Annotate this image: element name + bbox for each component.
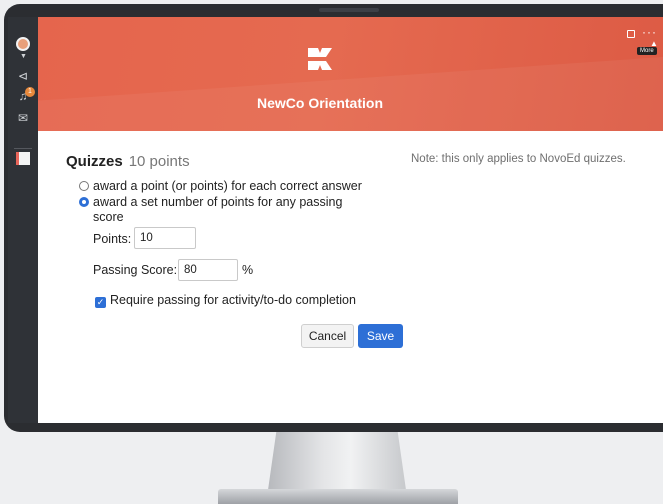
- notification-badge: 1: [25, 87, 35, 97]
- require-passing-checkbox[interactable]: ✓: [95, 297, 106, 308]
- monitor-stand-neck: [268, 432, 406, 490]
- course-header: NewCo Orientation ··· ▲ More: [38, 17, 663, 194]
- sidebar: ▼ ⊲ ♫ 1 ✉: [8, 17, 38, 423]
- cancel-button[interactable]: Cancel: [301, 324, 354, 348]
- megaphone-icon[interactable]: ⊲: [16, 69, 30, 83]
- app-screen: NewCo Orientation ··· ▲ More Quizzes 10 p…: [38, 17, 663, 423]
- course-logo-icon: [308, 48, 332, 70]
- more-tooltip: More: [637, 47, 657, 55]
- points-input[interactable]: 10: [134, 227, 196, 249]
- radio-each-correct-input[interactable]: [79, 181, 89, 191]
- monitor-stand-base: [218, 489, 458, 504]
- save-button[interactable]: Save: [358, 324, 403, 348]
- sidebar-divider: [14, 148, 32, 149]
- radio-set-number[interactable]: award a set number of points for any pas…: [79, 195, 355, 225]
- radio-set-number-label: award a set number of points for any pas…: [93, 195, 343, 224]
- quizzes-points: 10 points: [128, 153, 190, 170]
- chevron-down-icon[interactable]: ▼: [20, 53, 27, 60]
- course-title: NewCo Orientation: [256, 95, 383, 111]
- download-icon[interactable]: [627, 30, 635, 38]
- quizzes-title: Quizzes: [66, 153, 123, 170]
- radio-each-correct[interactable]: award a point (or points) for each corre…: [79, 179, 362, 194]
- quizzes-heading: Quizzes 10 points: [66, 153, 190, 170]
- points-label: Points:: [93, 232, 132, 246]
- passing-score-label: Passing Score:: [93, 263, 178, 277]
- passing-score-input[interactable]: 80: [178, 259, 238, 281]
- more-icon[interactable]: ···: [642, 25, 657, 39]
- mail-icon[interactable]: ✉: [16, 111, 30, 125]
- require-passing-label: Require passing for activity/to-do compl…: [110, 293, 356, 307]
- require-passing-row[interactable]: ✓ Require passing for activity/to-do comp…: [95, 293, 356, 308]
- monitor-camera: [319, 8, 379, 12]
- radio-set-number-input[interactable]: [79, 197, 89, 207]
- radio-each-correct-label: award a point (or points) for each corre…: [93, 179, 362, 193]
- percent-sign: %: [242, 263, 254, 277]
- course-icon[interactable]: [16, 152, 30, 165]
- quizzes-note: Note: this only applies to NovoEd quizze…: [411, 153, 626, 165]
- avatar[interactable]: [16, 37, 30, 51]
